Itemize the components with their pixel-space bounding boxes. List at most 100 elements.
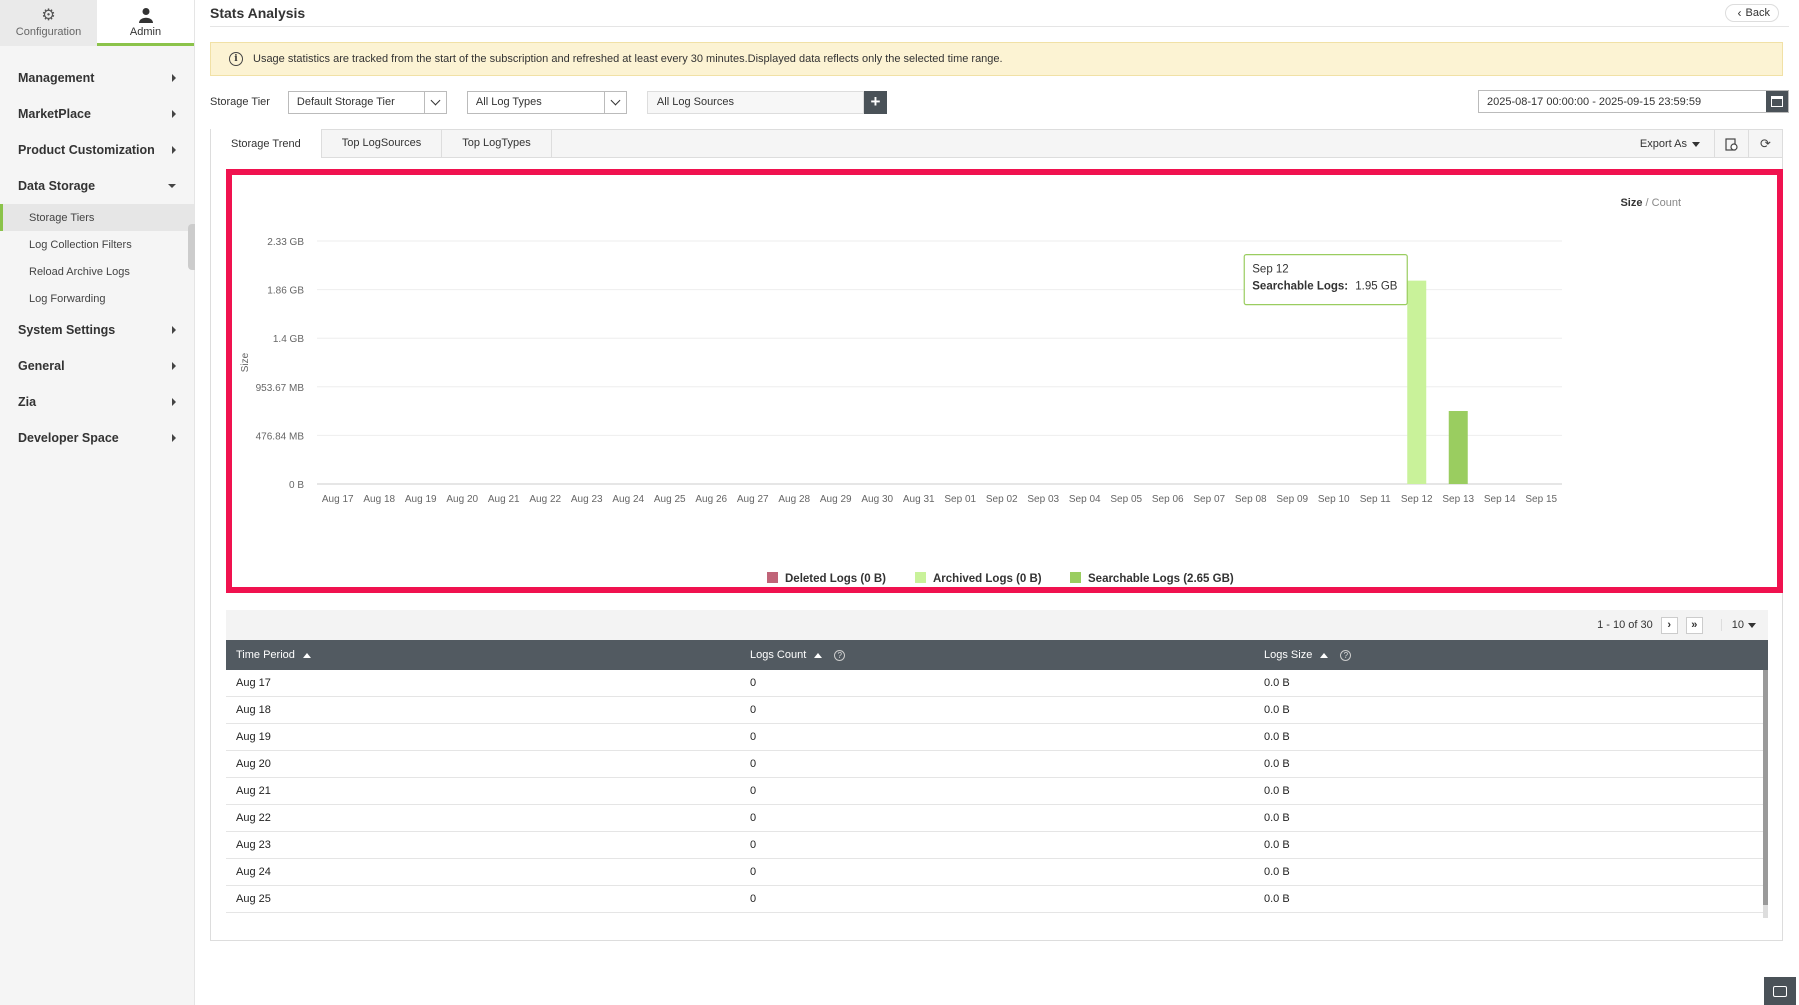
sidebar-item-general[interactable]: General (0, 348, 194, 384)
table-cell: 0.0 B (1264, 677, 1290, 689)
log-types-select[interactable]: All Log Types (466, 90, 627, 114)
x-tick-label: Sep 12 (1401, 494, 1433, 505)
next-page-button[interactable]: › (1660, 616, 1678, 634)
table-cell: 0.0 B (1264, 866, 1290, 878)
chart-svg: 0 B 476.84 MB 953.67 MB 1.4 GB 1.86 GB 2.33 G… (240, 237, 1562, 585)
caret-right-icon (172, 74, 176, 82)
col-logs-count[interactable]: Logs Count? (740, 649, 1254, 661)
calendar-icon[interactable] (1766, 91, 1788, 112)
sidebar-item-label: System Settings (18, 323, 116, 337)
sidebar-item-zia[interactable]: Zia (0, 384, 194, 420)
chat-button[interactable] (1764, 977, 1796, 1005)
table-row[interactable]: Aug 18 0 0.0 B (226, 697, 1768, 724)
export-as-button[interactable]: Export As (1640, 138, 1700, 150)
caret-right-icon (172, 434, 176, 442)
page-title: Stats Analysis (210, 5, 306, 21)
tab-top-logsources[interactable]: Top LogSources (322, 129, 443, 157)
sidebar-nav: Management MarketPlace Product Customiza… (0, 46, 194, 456)
legend-entry: Archived Logs (0 B) (933, 573, 1042, 585)
y-tick-label: 0 B (289, 480, 304, 491)
legend-swatch (767, 572, 778, 583)
last-page-button[interactable]: » (1685, 616, 1703, 634)
stats-table: Time Period Logs Count? Logs Size? Aug 1… (226, 640, 1768, 918)
table-row[interactable]: Aug 21 0 0.0 B (226, 778, 1768, 805)
x-tick-label: Sep 06 (1152, 494, 1184, 505)
x-tick-label: Aug 26 (695, 494, 727, 505)
table-cell: 0 (750, 758, 757, 770)
table-row[interactable]: Aug 19 0 0.0 B (226, 724, 1768, 751)
tab-storage-trend[interactable]: Storage Trend (211, 129, 322, 158)
table-row[interactable]: Aug 22 0 0.0 B (226, 805, 1768, 832)
y-tick-label: 1.4 GB (273, 334, 304, 345)
date-range-picker[interactable]: 2025-08-17 00:00:00 - 2025-09-15 23:59:5… (1478, 90, 1789, 113)
sidebar-subitem-log-collection-filters[interactable]: Log Collection Filters (0, 231, 194, 258)
notice-text: Usage statistics are tracked from the st… (253, 53, 1003, 65)
tab-admin[interactable]: Admin (97, 0, 194, 46)
sidebar-item-marketplace[interactable]: MarketPlace (0, 96, 194, 132)
help-icon[interactable]: ? (1340, 649, 1352, 661)
caret-down-icon (168, 184, 176, 188)
info-icon: i (229, 52, 243, 66)
table-cell: 0.0 B (1264, 893, 1290, 905)
table-cell: 0 (750, 839, 757, 851)
table-cell: Aug 24 (236, 866, 271, 878)
col-logs-size[interactable]: Logs Size? (1254, 649, 1768, 661)
x-tick-label: Aug 24 (612, 494, 644, 505)
chat-icon (1773, 985, 1787, 997)
back-button[interactable]: ‹ Back (1724, 4, 1779, 22)
x-tick-label: Sep 13 (1442, 494, 1474, 505)
sort-asc-icon (814, 652, 823, 658)
storage-tier-select[interactable]: Default Storage Tier (287, 90, 447, 114)
table-row[interactable]: Aug 24 0 0.0 B (226, 859, 1768, 886)
sort-asc-icon (1320, 652, 1329, 658)
y-tick-label: 476.84 MB (256, 431, 305, 442)
x-tick-label: Aug 22 (529, 494, 561, 505)
table-row[interactable]: Aug 17 0 0.0 B (226, 670, 1768, 697)
table-row[interactable]: Aug 25 0 0.0 B (226, 886, 1768, 913)
refresh-icon[interactable]: ⟳ (1748, 130, 1782, 158)
x-tick-label: Aug 19 (405, 494, 437, 505)
sidebar-subitem-storage-tiers[interactable]: Storage Tiers (0, 204, 194, 231)
sidebar-item-product-customization[interactable]: Product Customization (0, 132, 194, 168)
sidebar-item-system-settings[interactable]: System Settings (0, 312, 194, 348)
table-cell: 0 (750, 893, 757, 905)
report-icon[interactable] (1714, 130, 1748, 158)
page-size-select[interactable]: 10 (1720, 619, 1756, 631)
sidebar-item-developer-space[interactable]: Developer Space (0, 420, 194, 456)
tooltip-title: Sep 12 (1252, 264, 1288, 276)
x-tick-label: Sep 15 (1525, 494, 1557, 505)
sidebar-subitem-log-forwarding[interactable]: Log Forwarding (0, 285, 194, 312)
sidebar-collapse-handle[interactable] (188, 224, 195, 270)
sidebar-item-data-storage[interactable]: Data Storage (0, 168, 194, 204)
stats-panel: Storage Trend Top LogSources Top LogType… (210, 129, 1783, 941)
legend-entry: Deleted Logs (0 B) (785, 573, 886, 585)
table-cell: Aug 20 (236, 758, 271, 770)
x-tick-label: Sep 05 (1110, 494, 1142, 505)
sidebar-top-tabs: ⚙ Configuration Admin (0, 0, 194, 46)
table-cell: 0.0 B (1264, 839, 1290, 851)
table-cell: 0 (750, 785, 757, 797)
chevron-left-icon: ‹ (1737, 6, 1742, 20)
table-cell: Aug 17 (236, 677, 271, 689)
help-icon[interactable]: ? (834, 649, 846, 661)
sidebar-item-label: MarketPlace (18, 107, 91, 121)
tab-top-logtypes[interactable]: Top LogTypes (442, 129, 552, 157)
log-sources-field[interactable]: All Log Sources (646, 90, 864, 114)
caret-right-icon (172, 146, 176, 154)
table-row[interactable]: Aug 23 0 0.0 B (226, 832, 1768, 859)
table-cell: 0 (750, 812, 757, 824)
x-tick-label: Sep 08 (1235, 494, 1267, 505)
table-scrollbar[interactable] (1763, 670, 1768, 918)
tab-configuration[interactable]: ⚙ Configuration (0, 0, 97, 46)
date-range-value: 2025-08-17 00:00:00 - 2025-09-15 23:59:5… (1487, 95, 1702, 108)
x-tick-label: Aug 29 (820, 494, 852, 505)
table-cell: 0 (750, 731, 757, 743)
col-time-period[interactable]: Time Period (226, 649, 740, 661)
add-log-source-button[interactable]: + (863, 90, 887, 114)
sidebar-item-management[interactable]: Management (0, 60, 194, 96)
x-tick-label: Aug 31 (903, 494, 935, 505)
x-tick-label: Aug 20 (446, 494, 478, 505)
sidebar-subitem-reload-archive-logs[interactable]: Reload Archive Logs (0, 258, 194, 285)
table-row[interactable]: Aug 20 0 0.0 B (226, 751, 1768, 778)
table-cell: Aug 25 (236, 893, 271, 905)
